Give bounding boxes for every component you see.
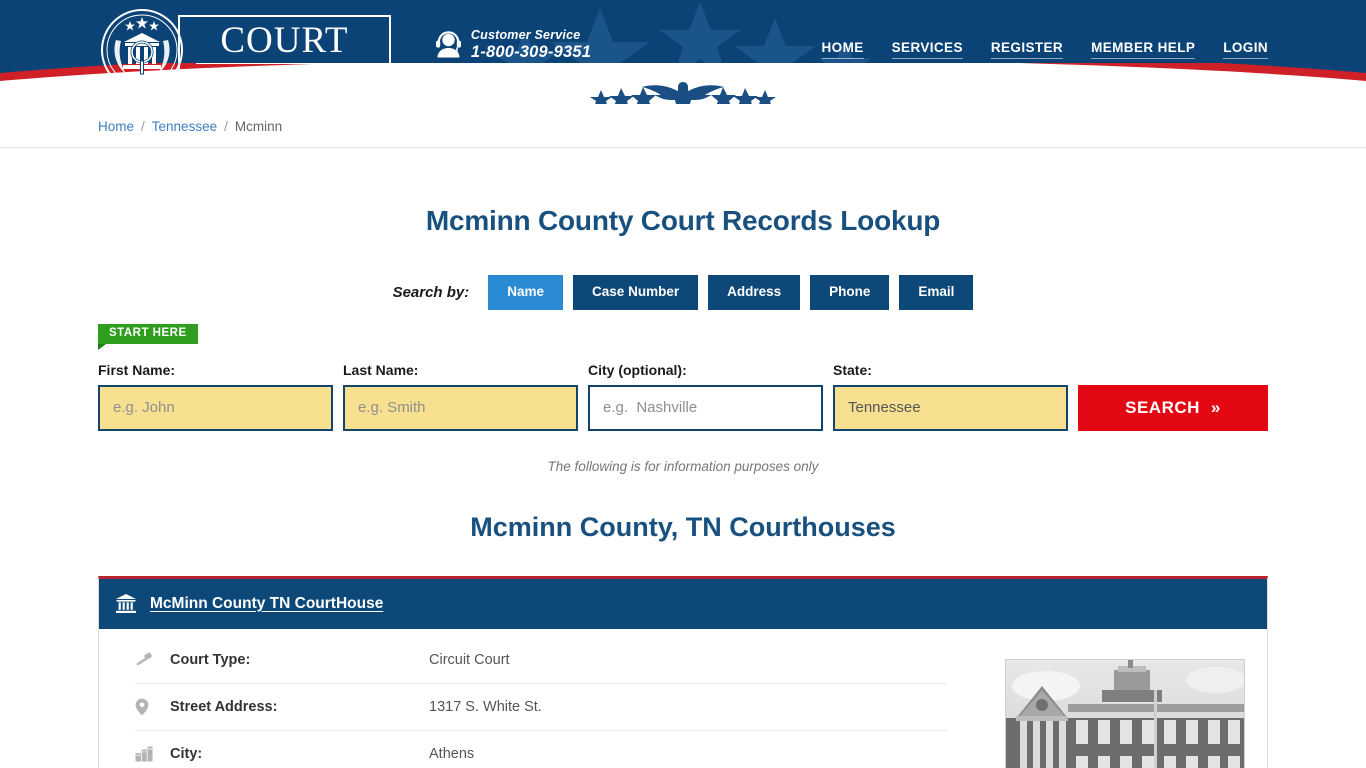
street-address-label: Street Address: bbox=[170, 698, 278, 715]
nav-item-login[interactable]: LOGIN bbox=[1223, 40, 1268, 59]
double-chevron-right-icon: » bbox=[1210, 398, 1221, 417]
breadcrumb-separator: / bbox=[141, 118, 145, 134]
state-field-group: State: Tennessee bbox=[833, 362, 1068, 431]
tab-address[interactable]: Address bbox=[708, 275, 801, 310]
nav-item-services[interactable]: SERVICES bbox=[891, 40, 963, 59]
first-name-input[interactable] bbox=[98, 384, 333, 431]
bank-columns-icon bbox=[116, 594, 136, 613]
table-row: Street Address: 1317 S. White St. bbox=[135, 684, 947, 731]
gavel-icon bbox=[135, 651, 157, 669]
tab-email[interactable]: Email bbox=[899, 275, 974, 310]
last-name-label: Last Name: bbox=[343, 361, 419, 378]
site-logo[interactable]: COURT C A S E F I N D E R bbox=[100, 8, 391, 92]
courthouse-photo bbox=[1005, 658, 1245, 768]
tab-name[interactable]: Name bbox=[488, 275, 564, 310]
tab-phone[interactable]: Phone bbox=[810, 275, 890, 310]
city-buildings-icon bbox=[135, 746, 157, 762]
start-here-badge: START HERE bbox=[98, 323, 198, 350]
nav-item-member-help[interactable]: MEMBER HELP bbox=[1091, 40, 1196, 59]
court-emblem-icon bbox=[101, 9, 183, 91]
nav-item-register[interactable]: REGISTER bbox=[990, 40, 1064, 59]
breadcrumb-item-home[interactable]: Home bbox=[98, 119, 134, 134]
breadcrumb-separator: / bbox=[224, 118, 228, 134]
first-name-label: First Name: bbox=[98, 361, 176, 378]
breadcrumb-bar: Home / Tennessee / Mcminn bbox=[0, 104, 1366, 148]
logo-word: COURT bbox=[220, 20, 349, 61]
info-note: The following is for information purpose… bbox=[547, 458, 819, 474]
table-row: Court Type: Circuit Court bbox=[135, 637, 947, 684]
main-navigation: HOME SERVICES REGISTER MEMBER HELP LOGIN bbox=[821, 40, 1268, 59]
page-title: Mcminn County Court Records Lookup bbox=[425, 205, 941, 236]
map-pin-icon bbox=[135, 698, 157, 716]
courthouse-details-list: Court Type: Circuit Court Street Address… bbox=[99, 637, 977, 768]
last-name-input[interactable] bbox=[343, 384, 578, 431]
search-button-label: SEARCH bbox=[1125, 397, 1200, 417]
logo-text-box: COURT C A S E F I N D E R bbox=[178, 15, 391, 85]
customer-service-phone[interactable]: 1-800-309-9351 bbox=[471, 43, 591, 62]
eagle-crest-icon bbox=[590, 82, 776, 104]
customer-service-label: Customer Service bbox=[470, 28, 581, 42]
main-content: Mcminn County Court Records Lookup Searc… bbox=[98, 205, 1268, 768]
nav-item-home[interactable]: HOME bbox=[821, 40, 864, 59]
table-row: City: Athens bbox=[135, 731, 947, 768]
search-button[interactable]: SEARCH » bbox=[1078, 384, 1268, 431]
tab-case-number[interactable]: Case Number bbox=[573, 275, 699, 310]
court-type-value: Circuit Court bbox=[429, 651, 510, 668]
city-label: City (optional): bbox=[588, 361, 687, 378]
street-address-value: 1317 S. White St. bbox=[429, 698, 542, 715]
courthouse-title-link[interactable]: McMinn County TN CourtHouse bbox=[150, 595, 383, 613]
logo-divider bbox=[196, 63, 373, 64]
city-field-group: City (optional): bbox=[588, 362, 823, 431]
breadcrumb: Home / Tennessee / Mcminn bbox=[98, 104, 1268, 148]
state-select[interactable]: Tennessee bbox=[833, 384, 1068, 431]
first-name-field-group: First Name: bbox=[98, 362, 333, 431]
breadcrumb-item-mcminn: Mcminn bbox=[234, 118, 283, 134]
headset-support-icon bbox=[435, 30, 461, 58]
search-by-tabs: Search by: Name Case Number Address Phon… bbox=[98, 275, 1268, 310]
courthouse-card-header: McMinn County TN CourtHouse bbox=[99, 578, 1267, 629]
last-name-field-group: Last Name: bbox=[343, 362, 578, 431]
section-title: Mcminn County, TN Courthouses bbox=[470, 511, 896, 542]
customer-service-block: Customer Service 1-800-309-9351 bbox=[435, 28, 591, 62]
site-header: COURT C A S E F I N D E R Customer Servi… bbox=[0, 0, 1366, 104]
courthouse-photo-column bbox=[977, 637, 1267, 768]
city-label-row: City: bbox=[170, 745, 203, 762]
search-form: START HERE First Name: Last Name: City (… bbox=[98, 323, 1268, 431]
city-input[interactable] bbox=[588, 384, 823, 431]
state-label: State: bbox=[833, 361, 872, 378]
breadcrumb-item-tennessee[interactable]: Tennessee bbox=[152, 119, 217, 134]
logo-subtitle: C A S E F I N D E R bbox=[196, 67, 373, 79]
city-value: Athens bbox=[429, 745, 475, 762]
search-by-label: Search by: bbox=[392, 283, 470, 301]
court-type-label: Court Type: bbox=[170, 651, 251, 668]
courthouse-card: McMinn County TN CourtHouse Court Type: bbox=[98, 575, 1268, 768]
courthouse-card-body: Court Type: Circuit Court Street Address… bbox=[99, 629, 1267, 768]
